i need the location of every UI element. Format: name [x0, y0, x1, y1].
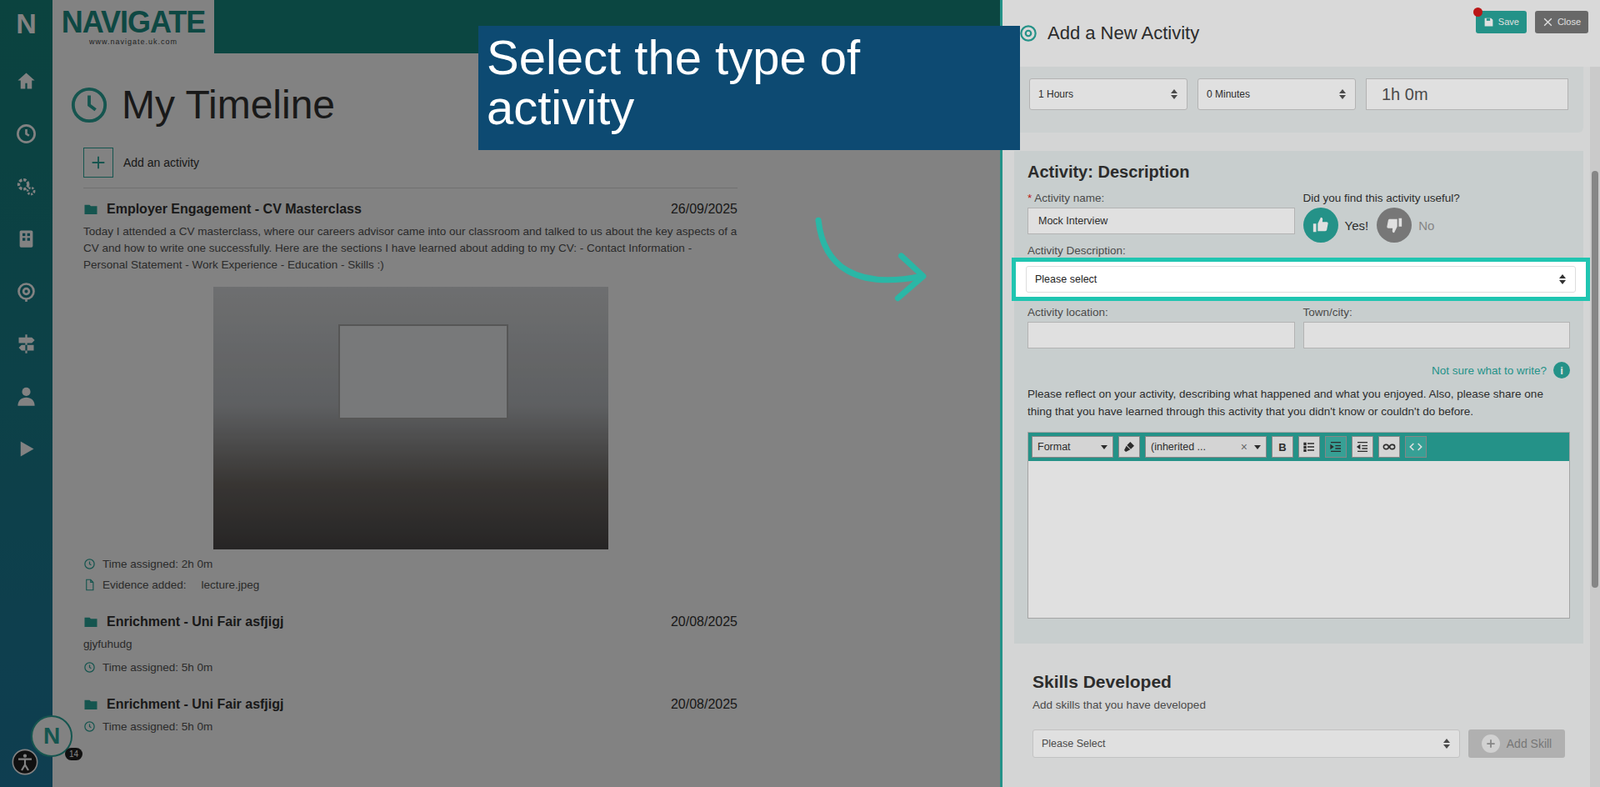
activity-type-highlight: Please select — [1011, 257, 1590, 301]
activity-type-select[interactable]: Please select — [1025, 265, 1576, 293]
app-screen: NNAVIGATEwww.navigate.uk.comMy TimelineA… — [0, 0, 1600, 787]
tutorial-callout: Select the type of activity — [478, 25, 1020, 150]
select-arrows-icon — [1558, 273, 1567, 285]
pointer-arrow-icon — [813, 215, 932, 309]
